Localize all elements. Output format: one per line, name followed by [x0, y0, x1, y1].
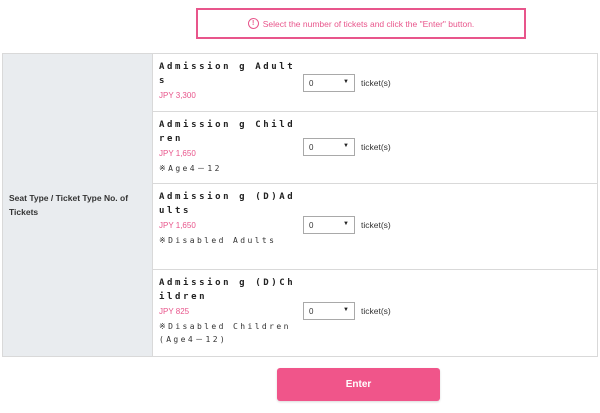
ticket-unit-label: ticket(s) [361, 78, 391, 88]
ticket-price: JPY 3,300 [159, 91, 196, 100]
ticket-unit-label: ticket(s) [361, 306, 391, 316]
ticket-row-disabled-adults: Admission g (D)Adults JPY 1,650 ※Disable… [152, 183, 598, 270]
info-circle-icon: ! [247, 18, 259, 29]
ticket-price: JPY 825 [159, 307, 190, 316]
seat-type-header: Seat Type / Ticket Type No. of Tickets [2, 53, 153, 357]
ticket-row-adults: Admission g Adults JPY 3,300 0 ▼ ticket(… [152, 53, 598, 112]
ticket-name: Admission g (D)Children [159, 278, 296, 302]
ticket-row-disabled-children: Admission g (D)Children JPY 825 ※Disable… [152, 269, 598, 357]
ticket-unit-label: ticket(s) [361, 220, 391, 230]
quantity-select-adults[interactable]: 0 ▼ [303, 74, 355, 92]
ticket-name: Admission g Children [159, 120, 296, 144]
ticket-price: JPY 1,650 [159, 149, 196, 158]
ticket-note: ※Disabled Adults [159, 236, 277, 245]
ticket-name: Admission g (D)Adults [159, 192, 296, 216]
ticket-price: JPY 1,650 [159, 221, 196, 230]
quantity-select-disabled-adults[interactable]: 0 ▼ [303, 216, 355, 234]
notice-text: Select the number of tickets and click t… [262, 18, 475, 29]
chevron-down-icon: ▼ [343, 79, 349, 85]
ticket-unit-label: ticket(s) [361, 142, 391, 152]
chevron-down-icon: ▼ [343, 143, 349, 149]
chevron-down-icon: ▼ [343, 221, 349, 227]
quantity-select-children[interactable]: 0 ▼ [303, 138, 355, 156]
ticket-row-children: Admission g Children JPY 1,650 ※Age4－12 … [152, 111, 598, 184]
chevron-down-icon: ▼ [343, 307, 349, 313]
quantity-select-disabled-children[interactable]: 0 ▼ [303, 302, 355, 320]
ticket-name: Admission g Adults [159, 62, 296, 86]
enter-button[interactable]: Enter [277, 368, 440, 401]
ticket-note: ※Disabled Children(Age4－12) [159, 322, 291, 344]
ticket-note: ※Age4－12 [159, 164, 222, 173]
ticket-selection-table: Seat Type / Ticket Type No. of Tickets A… [2, 53, 598, 357]
instruction-notice: ! Select the number of tickets and click… [196, 8, 526, 39]
